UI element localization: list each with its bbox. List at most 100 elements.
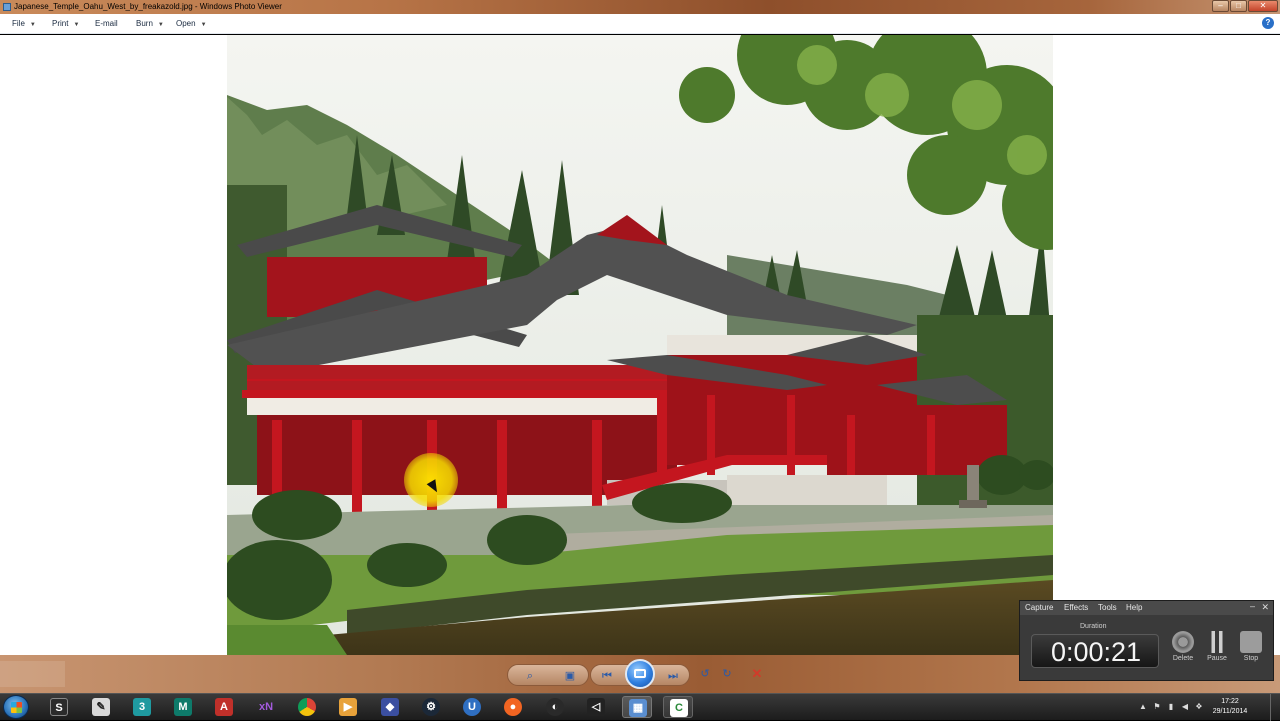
show-desktop-button[interactable]	[1270, 694, 1280, 721]
menu-file-label: File	[12, 19, 25, 28]
taskbar: S ✎ 3 M A xN ▶ ◆ ⚙ U ● ◐ ◁ ▦ C ▲ ⚑ ▮ ◀ ❖…	[0, 693, 1280, 721]
recorder-stop-label: Stop	[1243, 655, 1259, 662]
tray-expand-icon[interactable]: ▲	[1138, 702, 1148, 712]
rotate-counterclockwise-icon[interactable]: ↺	[697, 667, 713, 681]
delete-icon	[1172, 631, 1194, 653]
taskbar-app-8[interactable]: ▶	[333, 696, 363, 718]
system-tray: ▲ ⚑ ▮ ◀ ❖ 17:22 29/11/2014	[1130, 694, 1280, 721]
chevron-down-icon: ▼	[200, 22, 207, 28]
recorder-menu-tools[interactable]: Tools	[1098, 603, 1117, 612]
delete-icon[interactable]: ✕	[749, 666, 765, 682]
camtasia-icon: C	[670, 699, 688, 717]
menu-print[interactable]: Print ▼	[52, 17, 79, 31]
clock[interactable]: 17:22 29/11/2014	[1204, 697, 1256, 717]
actual-size-icon[interactable]: ▣	[562, 669, 578, 683]
recorder-minimize-button[interactable]: –	[1250, 601, 1255, 611]
menu-burn-label: Burn	[136, 19, 153, 28]
taskbar-app-4[interactable]: M	[168, 696, 198, 718]
taskbar-app-2[interactable]: ✎	[86, 696, 116, 718]
help-icon[interactable]: ?	[1262, 17, 1274, 29]
taskbar-app-6[interactable]: xN	[251, 696, 281, 718]
window-title: Japanese_Temple_Oahu_West_by_freakazold.…	[14, 2, 282, 11]
photo-viewer-icon	[3, 3, 11, 11]
menu-open-label: Open	[176, 19, 196, 28]
taskbar-chrome[interactable]	[292, 696, 322, 718]
recorder-stop-button[interactable]: Stop	[1236, 631, 1266, 665]
clock-time: 17:22	[1221, 698, 1239, 705]
recorder-menu-help[interactable]: Help	[1126, 603, 1142, 612]
photo-viewer-icon: ▦	[629, 699, 647, 717]
recorder-pause-label: Pause	[1207, 655, 1227, 662]
app-acrobat-icon: A	[215, 698, 233, 716]
temple-photo	[227, 35, 1053, 655]
steam-icon: ⚙	[422, 698, 440, 716]
chevron-down-icon: ▼	[73, 22, 80, 28]
menu-email[interactable]: E-mail	[95, 17, 118, 31]
app-media-icon: ▶	[339, 698, 357, 716]
duration-time: 0:00:21	[1050, 637, 1142, 667]
taskbar-uplay[interactable]: U	[457, 696, 487, 718]
app-3ds-icon: 3	[133, 698, 151, 716]
menu-burn[interactable]: Burn ▼	[136, 17, 164, 31]
taskbar-photo-viewer[interactable]: ▦	[622, 696, 652, 718]
taskbar-camtasia[interactable]: C	[663, 696, 693, 718]
start-button[interactable]	[3, 695, 29, 719]
zoom-icon[interactable]: ⌕	[522, 669, 538, 683]
rotate-clockwise-icon[interactable]: ↻	[719, 667, 735, 681]
menu-print-label: Print	[52, 19, 69, 28]
slideshow-icon	[634, 669, 646, 678]
temple-photo-illustration	[227, 35, 1053, 655]
recorder-menu-capture[interactable]: Capture	[1025, 603, 1053, 612]
windows-logo-icon	[11, 702, 22, 713]
taskbar-app-9[interactable]: ◆	[375, 696, 405, 718]
recorder-delete-button[interactable]: Delete	[1168, 631, 1198, 665]
control-bar-reflection	[0, 661, 65, 687]
recorder-menu-effects[interactable]: Effects	[1064, 603, 1088, 612]
taskbar-app-5[interactable]: A	[209, 696, 239, 718]
tray-flag-icon[interactable]: ⚑	[1152, 702, 1162, 712]
origin-icon: ●	[504, 698, 522, 716]
recorder-close-button[interactable]: ✕	[1261, 602, 1269, 613]
app-tools-icon: ✎	[92, 698, 110, 716]
chrome-icon	[298, 698, 316, 716]
duration-label: Duration	[1080, 623, 1107, 630]
recorder-delete-label: Delete	[1172, 655, 1194, 662]
maximize-button[interactable]: □	[1230, 0, 1247, 12]
menu-open[interactable]: Open ▼	[176, 17, 207, 31]
screen-recorder-widget: Capture Effects Tools Help – ✕ Duration …	[1019, 600, 1274, 681]
taskbar-unity[interactable]: ◁	[581, 696, 611, 718]
app-xn-icon: xN	[258, 701, 274, 713]
menu-bar: File ▼ Print ▼ E-mail Burn ▼ Open ▼ ?	[0, 14, 1280, 34]
menu-file[interactable]: File ▼	[12, 17, 36, 31]
chevron-down-icon: ▼	[157, 22, 164, 28]
clock-date: 29/11/2014	[1212, 708, 1248, 715]
taskbar-app-1[interactable]: S	[44, 696, 74, 718]
app-s-icon: S	[50, 698, 68, 716]
tray-network-icon[interactable]: ▮	[1166, 702, 1176, 712]
stop-icon	[1240, 631, 1262, 653]
image-viewer	[0, 35, 1280, 655]
recorder-menu-bar: Capture Effects Tools Help – ✕	[1020, 601, 1273, 615]
tray-volume-icon[interactable]: ◀	[1180, 702, 1190, 712]
app-maya-icon: M	[174, 698, 192, 716]
taskbar-app-13[interactable]: ◐	[540, 696, 570, 718]
chevron-down-icon: ▼	[29, 22, 36, 28]
taskbar-origin[interactable]: ●	[498, 696, 528, 718]
pause-icon	[1206, 631, 1228, 653]
taskbar-steam[interactable]: ⚙	[416, 696, 446, 718]
app-vs-icon: ◆	[381, 698, 399, 716]
recorder-pause-button[interactable]: Pause	[1202, 631, 1232, 665]
taskbar-app-3[interactable]: 3	[127, 696, 157, 718]
minimize-button[interactable]: –	[1212, 0, 1229, 12]
title-bar: Japanese_Temple_Oahu_West_by_freakazold.…	[0, 0, 1280, 14]
uplay-icon: U	[463, 698, 481, 716]
menu-email-label: E-mail	[95, 19, 118, 28]
cursor-highlight	[404, 453, 458, 507]
unity-icon: ◁	[587, 698, 605, 716]
tray-app-icon[interactable]: ❖	[1194, 702, 1204, 712]
close-button[interactable]: ✕	[1248, 0, 1278, 12]
window-controls: – □ ✕	[1212, 0, 1278, 13]
previous-icon[interactable]: ⏮	[599, 669, 615, 683]
slideshow-button[interactable]	[625, 659, 655, 689]
next-icon[interactable]: ⏭	[665, 669, 681, 683]
